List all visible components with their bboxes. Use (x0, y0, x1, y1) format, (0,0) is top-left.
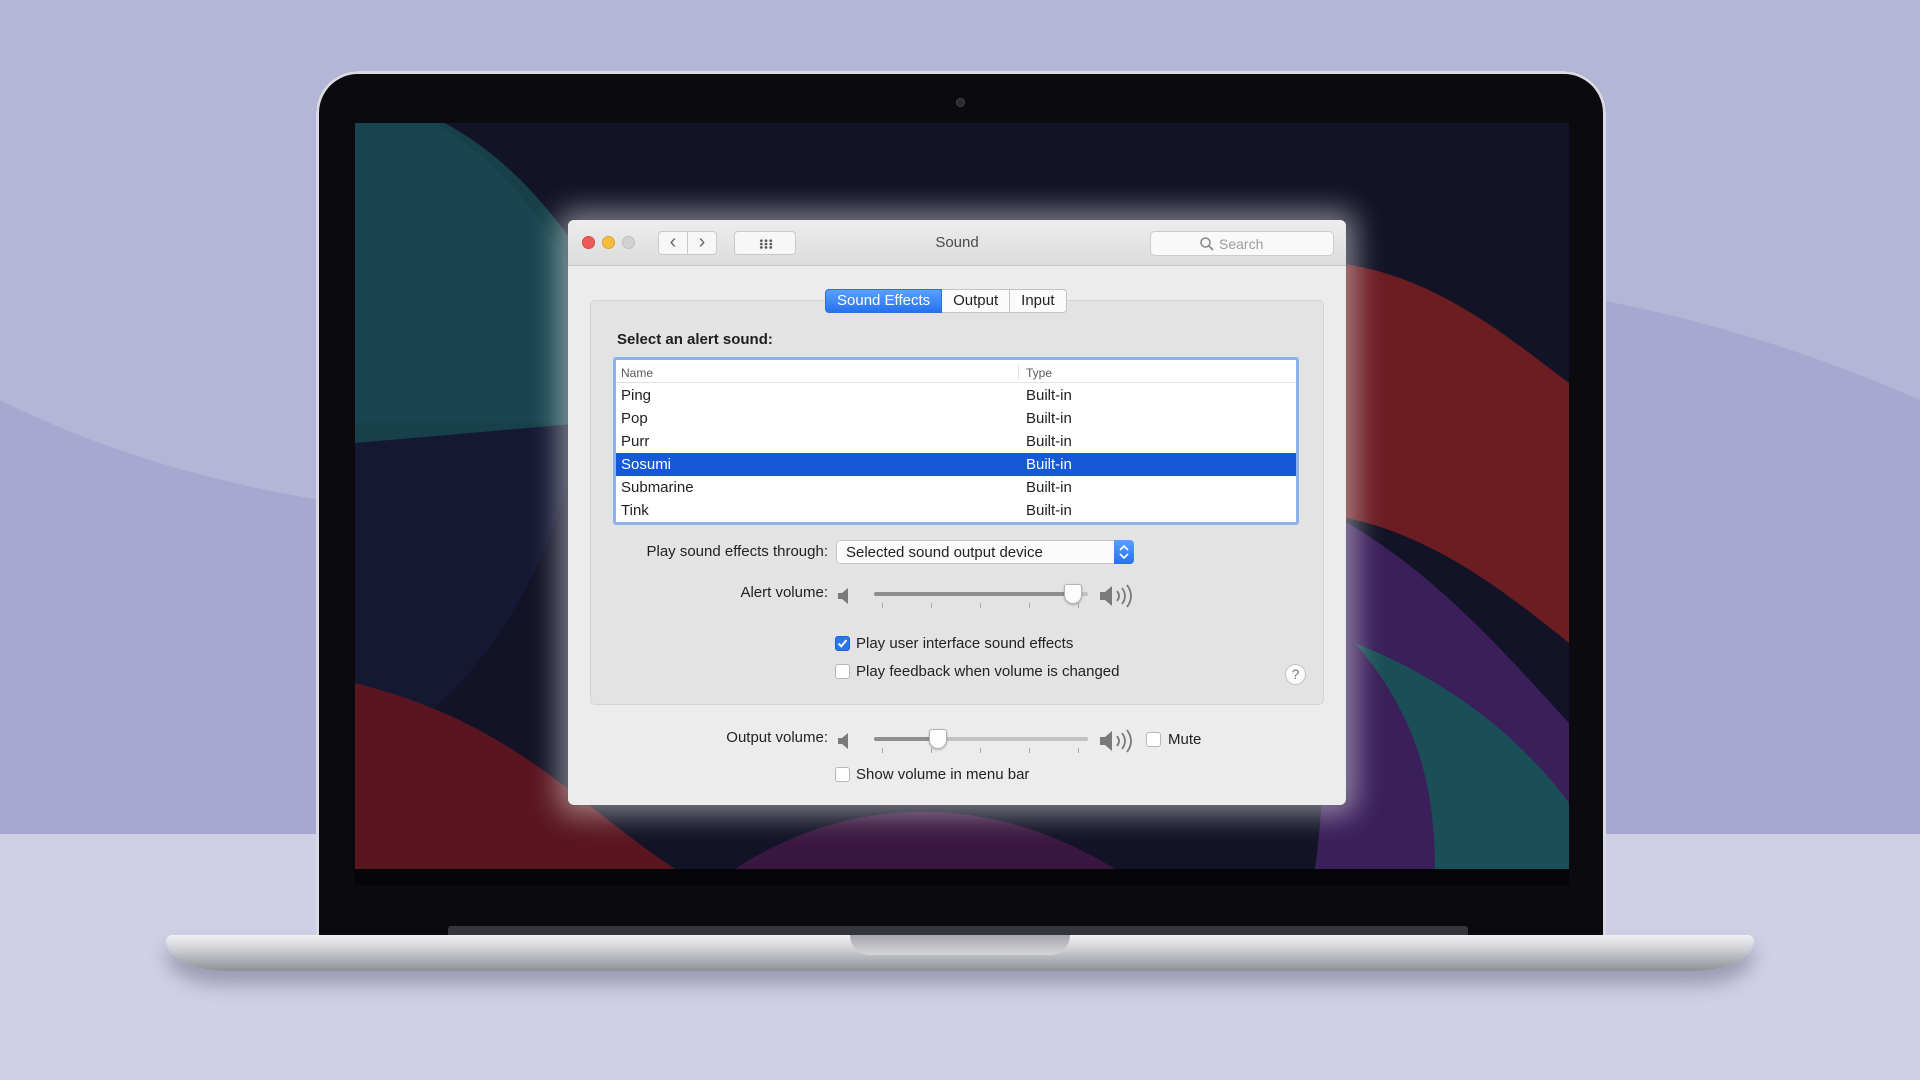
output-volume-slider[interactable] (874, 729, 1088, 753)
zoom-button[interactable] (622, 236, 635, 249)
sound-name: Pop (621, 410, 648, 427)
slider-tick (882, 748, 883, 753)
tab-bar: Sound Effects Output Input (825, 289, 1067, 313)
sound-name: Submarine (621, 479, 694, 496)
alert-volume-thumb[interactable] (1064, 584, 1082, 604)
sound-type: Built-in (1026, 387, 1072, 404)
table-row-selected[interactable]: Sosumi Built-in (616, 453, 1296, 476)
mute-label[interactable]: Mute (1168, 731, 1201, 748)
tab-output[interactable]: Output (942, 289, 1011, 313)
chevron-left-icon: ‹ (669, 231, 677, 253)
sound-name: Purr (621, 433, 650, 450)
window-title: Sound (935, 234, 979, 251)
table-row[interactable]: Submarine Built-in (616, 476, 1296, 499)
table-row[interactable]: Purr Built-in (616, 430, 1296, 453)
ui-sound-effects-label[interactable]: Play user interface sound effects (856, 635, 1073, 652)
slider-tick (931, 748, 932, 753)
help-button[interactable]: ? (1285, 664, 1306, 685)
back-button[interactable]: ‹ (658, 231, 688, 255)
slider-tick (1078, 748, 1079, 753)
sound-type: Built-in (1026, 410, 1072, 427)
search-icon (1200, 237, 1214, 251)
forward-button[interactable]: › (687, 231, 717, 255)
sound-name: Ping (621, 387, 652, 404)
mute-checkbox[interactable] (1146, 732, 1161, 747)
search-field[interactable]: Search (1150, 231, 1334, 256)
title-bar: ‹ › Sound Search (568, 220, 1346, 266)
play-through-label: Play sound effects through: (646, 543, 828, 560)
sound-preferences-window: ‹ › Sound Search Sound Effects Output In… (568, 220, 1346, 805)
output-volume-label: Output volume: (726, 729, 828, 746)
tab-input[interactable]: Input (1010, 289, 1067, 313)
alert-volume-fill (874, 592, 1073, 596)
sound-type: Built-in (1026, 479, 1072, 496)
header-divider (616, 382, 1296, 383)
table-row[interactable]: Pop Built-in (616, 407, 1296, 430)
volume-feedback-label[interactable]: Play feedback when volume is changed (856, 663, 1120, 680)
slider-tick (980, 603, 981, 608)
slider-tick (1029, 748, 1030, 753)
speaker-high-icon (1100, 584, 1132, 608)
table-row[interactable]: Tink Built-in (616, 499, 1296, 522)
slider-tick (1029, 603, 1030, 608)
tab-sound-effects[interactable]: Sound Effects (825, 289, 943, 313)
slider-tick (980, 748, 981, 753)
speaker-low-icon (838, 588, 848, 604)
search-placeholder: Search (1219, 236, 1264, 252)
laptop-lid-notch (850, 935, 1070, 955)
alert-sound-table[interactable]: Name Type Ping Built-in Pop Built-in Pur… (613, 357, 1299, 525)
sound-type: Built-in (1026, 433, 1072, 450)
slider-tick (882, 603, 883, 608)
alert-volume-label: Alert volume: (740, 584, 828, 601)
menu-bar-volume-checkbox[interactable] (835, 767, 850, 782)
stepper-icon (1114, 540, 1134, 564)
minimize-button[interactable] (602, 236, 615, 249)
alert-volume-slider[interactable] (874, 584, 1088, 608)
output-device-select[interactable]: Selected sound output device (836, 540, 1134, 564)
slider-tick (931, 603, 932, 608)
table-row[interactable]: Ping Built-in (616, 384, 1296, 407)
slider-tick (1078, 603, 1079, 608)
volume-feedback-checkbox[interactable] (835, 664, 850, 679)
checkmark-icon (837, 639, 848, 648)
output-volume-thumb[interactable] (929, 729, 947, 749)
sound-type: Built-in (1026, 502, 1072, 519)
laptop-bottom-bezel (355, 869, 1569, 885)
sound-name: Tink (621, 502, 649, 519)
chevron-right-icon: › (698, 231, 706, 253)
column-header-type[interactable]: Type (1026, 366, 1052, 380)
menu-bar-volume-label[interactable]: Show volume in menu bar (856, 766, 1029, 783)
show-all-button[interactable] (734, 231, 796, 255)
alert-sound-heading: Select an alert sound: (617, 331, 773, 348)
ui-sound-effects-checkbox[interactable] (835, 636, 850, 651)
sound-name: Sosumi (621, 456, 672, 473)
camera-icon (956, 98, 965, 107)
sound-type: Built-in (1026, 456, 1072, 473)
column-header-name[interactable]: Name (621, 366, 653, 380)
grid-icon (759, 239, 773, 249)
output-device-value: Selected sound output device (846, 544, 1043, 561)
column-divider (1018, 364, 1019, 380)
speaker-low-icon (838, 733, 848, 749)
close-button[interactable] (582, 236, 595, 249)
speaker-high-icon (1100, 729, 1132, 753)
